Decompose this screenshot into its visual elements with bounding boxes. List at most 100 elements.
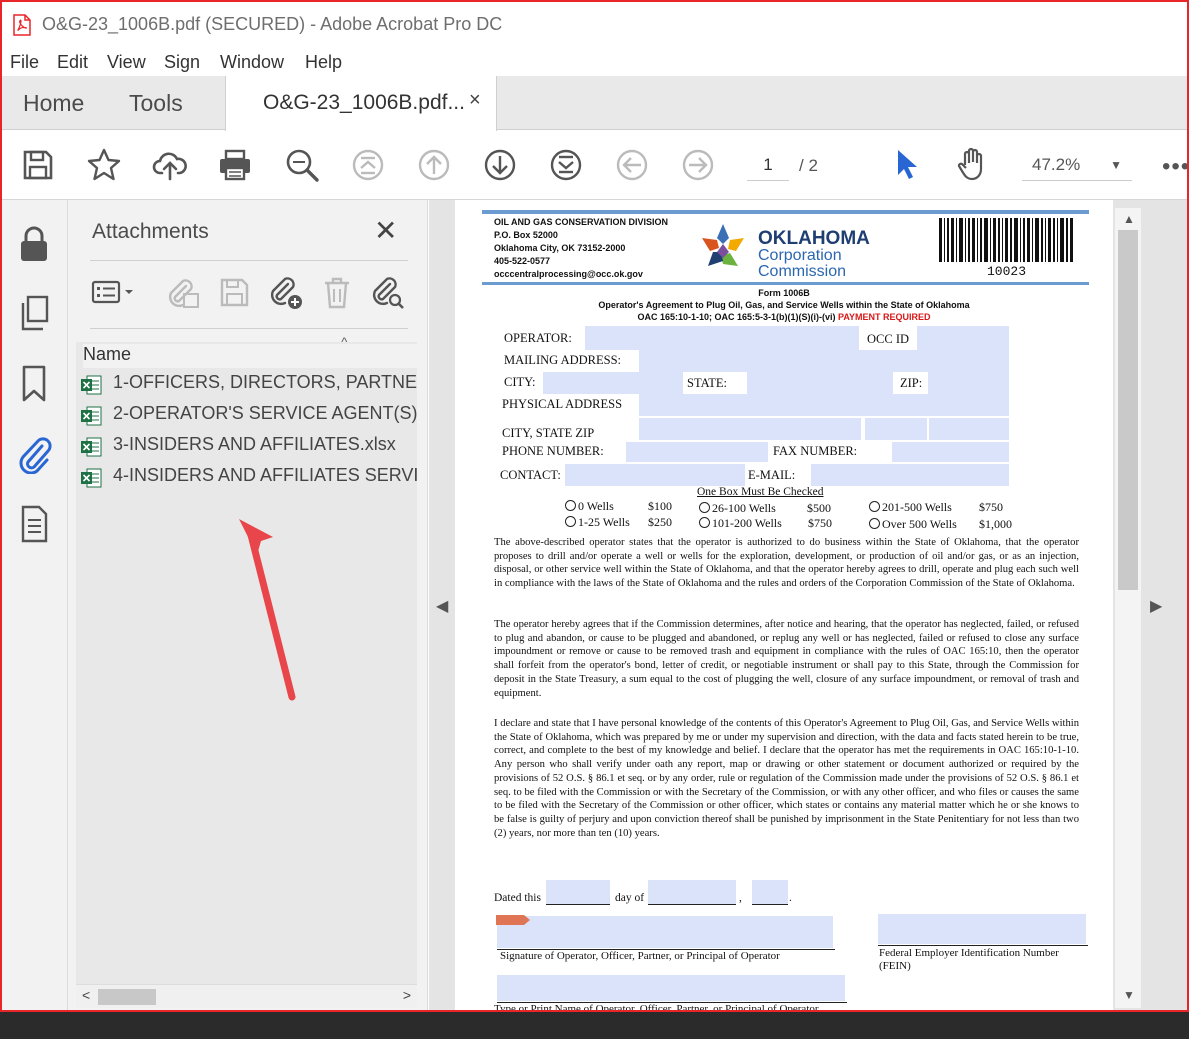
divider — [90, 328, 408, 329]
last-page-button[interactable] — [548, 147, 584, 183]
physical-address-field[interactable] — [639, 394, 1009, 416]
security-panel-button[interactable] — [16, 224, 52, 264]
menu-sign[interactable]: Sign — [164, 52, 200, 73]
option-label: Over 500 Wells — [882, 517, 957, 531]
more-tools-button[interactable]: ••• — [1162, 153, 1187, 181]
menu-file[interactable]: File — [10, 52, 39, 73]
occ-logo-icon — [702, 224, 744, 266]
list-item[interactable]: 3-INSIDERS AND AFFILIATES.xlsx — [80, 432, 417, 462]
scroll-right-icon[interactable]: > — [403, 987, 411, 1003]
tab-document[interactable]: O&G-23_1006B.pdf... × — [225, 76, 497, 131]
next-page-button[interactable] — [482, 147, 518, 183]
first-page-button[interactable] — [350, 147, 386, 183]
close-panel-button[interactable]: ✕ — [374, 214, 397, 247]
collapse-left-icon[interactable]: ◀ — [436, 596, 448, 616]
fax-number-field[interactable] — [892, 442, 1009, 462]
open-attachment-button[interactable] — [166, 272, 202, 312]
delete-attachment-button[interactable] — [319, 272, 355, 312]
scroll-up-icon[interactable]: ▲ — [1123, 212, 1135, 226]
fee-101-200-wells: $750 — [808, 516, 832, 530]
page-thumbnails-button[interactable] — [16, 294, 52, 334]
print-button[interactable] — [217, 147, 253, 183]
excel-file-icon — [81, 468, 102, 488]
document-viewport: ◀ OIL AND GAS CONSERVATION DIVISION P.O.… — [429, 200, 1187, 1010]
printer-icon — [220, 149, 250, 181]
select-tool-button[interactable] — [888, 146, 924, 182]
zoom-search-button[interactable] — [284, 147, 320, 183]
upload-button[interactable] — [152, 147, 188, 183]
occ-id-field[interactable] — [917, 326, 1009, 350]
attachments-button[interactable] — [16, 434, 52, 475]
operator-field[interactable] — [585, 326, 859, 350]
previous-page-button[interactable] — [416, 147, 452, 183]
state-field[interactable] — [747, 372, 893, 394]
expand-right-icon[interactable]: ▶ — [1150, 596, 1162, 616]
fee-over-500-wells: $1,000 — [979, 517, 1012, 531]
menu-window[interactable]: Window — [220, 52, 284, 73]
scroll-left-icon[interactable]: < — [82, 987, 90, 1003]
print-name-field[interactable] — [497, 975, 845, 1001]
physical-state-field[interactable] — [865, 418, 927, 440]
close-tab-button[interactable]: × — [469, 89, 481, 112]
date-day-field[interactable] — [546, 880, 610, 904]
bookmarks-button[interactable] — [16, 364, 52, 404]
next-view-button[interactable] — [680, 147, 716, 183]
window-title: O&G-23_1006B.pdf (SECURED) - Adobe Acrob… — [42, 14, 503, 34]
fee-1-25-wells: $250 — [648, 515, 672, 529]
zoom-level-select[interactable]: 47.2% ▼ — [1022, 149, 1132, 181]
physical-city-field[interactable] — [639, 418, 861, 440]
list-item[interactable]: 4-INSIDERS AND AFFILIATES SERVICE AGENT(… — [80, 463, 417, 493]
form-oac: OAC 165:10-1-10; OAC 165:5-3-1(b)(1)(S)(… — [637, 312, 836, 322]
hand-tool-button[interactable] — [954, 146, 990, 182]
contact-field[interactable] — [565, 464, 745, 486]
radio-201-500-wells[interactable]: 201-500 Wells — [869, 500, 952, 515]
bookmark-star-button[interactable] — [86, 147, 122, 183]
tab-home[interactable]: Home — [23, 90, 84, 117]
date-month-field[interactable] — [648, 880, 736, 904]
radio-26-100-wells[interactable]: 26-100 Wells — [699, 501, 776, 516]
menu-view[interactable]: View — [107, 52, 146, 73]
physical-zip-field[interactable] — [929, 418, 1009, 440]
tab-tools[interactable]: Tools — [129, 90, 183, 117]
cursor-arrow-icon — [898, 150, 917, 179]
radio-1-25-wells[interactable]: 1-25 Wells — [565, 515, 630, 530]
column-header-name[interactable]: Name — [83, 344, 417, 368]
document-properties-button[interactable] — [16, 504, 52, 544]
add-attachment-button[interactable] — [268, 272, 304, 312]
arrow-right-circle-icon — [682, 149, 714, 181]
scroll-down-icon[interactable]: ▼ — [1123, 988, 1135, 1002]
form-title: Operator's Agreement to Plug Oil, Gas, a… — [598, 300, 970, 310]
email-field[interactable] — [811, 464, 1009, 486]
phone-number-field[interactable] — [626, 442, 768, 462]
signature-field[interactable] — [497, 916, 833, 948]
date-year-field[interactable] — [752, 880, 788, 904]
horizontal-scrollbar[interactable]: < > — [76, 984, 417, 1008]
city-field[interactable] — [543, 372, 683, 394]
scrollbar-thumb[interactable] — [1118, 230, 1138, 590]
mailing-address-field[interactable] — [639, 350, 1009, 372]
radio-over-500-wells[interactable]: Over 500 Wells — [869, 517, 957, 532]
fein-field[interactable] — [878, 914, 1086, 944]
menu-edit[interactable]: Edit — [57, 52, 88, 73]
page-number-input[interactable]: 1 — [747, 149, 789, 181]
previous-view-button[interactable] — [614, 147, 650, 183]
list-item[interactable]: 1-OFFICERS, DIRECTORS, PARTNERS OR MEMBE… — [80, 370, 417, 400]
search-clip-icon — [372, 277, 404, 309]
search-attachment-button[interactable] — [370, 272, 406, 312]
list-options-icon — [91, 280, 133, 304]
scrollbar-thumb[interactable] — [98, 989, 156, 1005]
list-item[interactable]: 2-OPERATOR'S SERVICE AGENT(S).xlsx — [80, 401, 417, 431]
zip-field[interactable] — [928, 372, 1009, 394]
save-button[interactable] — [20, 147, 56, 183]
bookmark-icon — [22, 365, 46, 402]
option-label: 1-25 Wells — [578, 515, 630, 529]
save-attachment-button[interactable] — [217, 272, 253, 312]
period: . — [789, 892, 792, 904]
radio-0-wells[interactable]: 0 Wells — [565, 499, 614, 514]
menu-help[interactable]: Help — [305, 52, 342, 73]
city-label: CITY: — [504, 375, 536, 389]
fee-0-wells: $100 — [648, 499, 672, 513]
radio-101-200-wells[interactable]: 101-200 Wells — [699, 516, 782, 531]
vertical-scrollbar[interactable]: ▲ ▼ — [1115, 208, 1141, 1008]
options-menu-button[interactable] — [90, 272, 142, 312]
